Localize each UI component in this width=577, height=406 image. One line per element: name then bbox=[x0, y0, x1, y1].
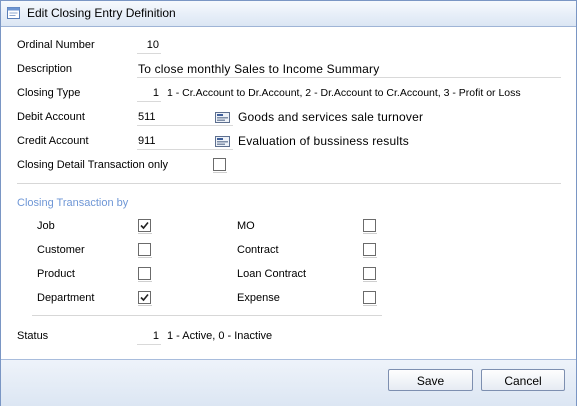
closing-type-underline bbox=[137, 101, 161, 102]
customer-checkbox[interactable] bbox=[138, 243, 151, 256]
debit-account-code-field[interactable]: 511 bbox=[138, 111, 156, 123]
button-bar: Save Cancel bbox=[1, 359, 576, 406]
department-checkbox[interactable] bbox=[138, 291, 151, 304]
description-field[interactable]: To close monthly Sales to Income Summary bbox=[138, 62, 379, 76]
status-label: Status bbox=[17, 330, 49, 342]
department-label: Department bbox=[37, 292, 95, 304]
checkmark-icon bbox=[140, 293, 149, 302]
ordinal-number-field[interactable]: 10 bbox=[137, 39, 159, 51]
mo-label: MO bbox=[237, 220, 255, 232]
debit-account-lookup-icon[interactable] bbox=[215, 112, 230, 123]
loan-contract-checkbox[interactable] bbox=[363, 267, 376, 280]
credit-account-code-field[interactable]: 911 bbox=[138, 135, 156, 147]
status-field[interactable]: 1 bbox=[137, 330, 159, 342]
closing-type-label: Closing Type bbox=[17, 87, 81, 99]
ordinal-number-label: Ordinal Number bbox=[17, 39, 95, 51]
edit-closing-entry-dialog: Edit Closing Entry Definition Ordinal Nu… bbox=[0, 0, 577, 406]
contract-label: Contract bbox=[237, 244, 279, 256]
contract-checkbox[interactable] bbox=[363, 243, 376, 256]
edit-form-icon bbox=[7, 7, 20, 19]
credit-account-name: Evaluation of bussiness results bbox=[238, 134, 409, 148]
product-label: Product bbox=[37, 268, 75, 280]
closing-detail-only-checkbox[interactable] bbox=[213, 158, 226, 171]
closing-type-hint: 1 - Cr.Account to Dr.Account, 2 - Dr.Acc… bbox=[167, 87, 521, 99]
divider bbox=[17, 183, 561, 184]
closing-type-field[interactable]: 1 bbox=[137, 87, 159, 99]
debit-account-label: Debit Account bbox=[17, 111, 85, 123]
description-label: Description bbox=[17, 63, 73, 75]
loan-contract-label: Loan Contract bbox=[237, 268, 307, 280]
debit-account-underline bbox=[137, 125, 233, 126]
status-hint: 1 - Active, 0 - Inactive bbox=[167, 330, 273, 342]
ordinal-number-underline bbox=[137, 53, 161, 54]
credit-account-label: Credit Account bbox=[17, 135, 89, 147]
product-checkbox[interactable] bbox=[138, 267, 151, 280]
description-underline bbox=[137, 77, 561, 78]
job-checkbox[interactable] bbox=[138, 219, 151, 232]
debit-account-name: Goods and services sale turnover bbox=[238, 110, 424, 124]
cancel-button[interactable]: Cancel bbox=[481, 369, 565, 391]
closing-detail-only-label: Closing Detail Transaction only bbox=[17, 159, 169, 171]
mo-checkbox[interactable] bbox=[363, 219, 376, 232]
credit-account-underline bbox=[137, 149, 233, 150]
expense-label: Expense bbox=[237, 292, 280, 304]
credit-account-lookup-icon[interactable] bbox=[215, 136, 230, 147]
customer-label: Customer bbox=[37, 244, 85, 256]
section-divider bbox=[32, 315, 382, 316]
expense-checkbox[interactable] bbox=[363, 291, 376, 304]
closing-transaction-by-title: Closing Transaction by bbox=[17, 197, 129, 209]
window-title: Edit Closing Entry Definition bbox=[27, 6, 176, 20]
job-label: Job bbox=[37, 220, 55, 232]
save-button[interactable]: Save bbox=[388, 369, 473, 391]
title-bar: Edit Closing Entry Definition bbox=[1, 1, 576, 27]
checkmark-icon bbox=[140, 221, 149, 230]
status-underline bbox=[137, 344, 161, 345]
